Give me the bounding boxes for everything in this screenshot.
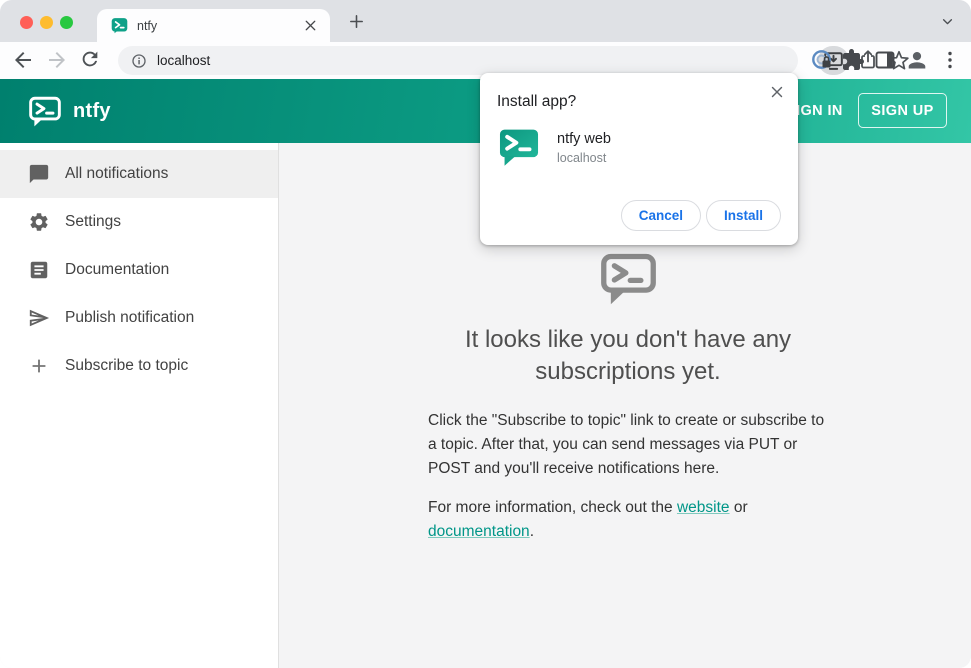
empty-state: It looks like you don't have any subscri… (428, 253, 828, 544)
install-app-dialog: Install app? ntfy web localhost Cancel I… (480, 73, 798, 245)
dialog-app-name: ntfy web (557, 131, 611, 147)
traffic-light-maximize[interactable] (60, 16, 73, 29)
profile-avatar-icon[interactable] (905, 48, 929, 72)
article-icon (28, 259, 50, 281)
traffic-light-minimize[interactable] (40, 16, 53, 29)
reload-icon[interactable] (79, 48, 103, 72)
sidebar-item-label: Documentation (65, 261, 170, 278)
back-arrow-icon[interactable] (11, 48, 35, 72)
send-icon (28, 307, 50, 329)
side-panel-icon[interactable] (873, 48, 897, 72)
more-info-text: or (729, 499, 748, 516)
more-info-text: For more information, check out the (428, 499, 677, 516)
ntfy-favicon-icon (111, 17, 128, 34)
sidebar-item-label: Publish notification (65, 309, 195, 326)
documentation-link[interactable]: documentation (428, 523, 530, 540)
sidebar-item-settings[interactable]: Settings (0, 198, 278, 246)
empty-state-paragraph: Click the "Subscribe to topic" link to c… (428, 412, 825, 477)
sidebar-item-subscribe-to-topic[interactable]: Subscribe to topic (0, 342, 278, 390)
install-button[interactable]: Install (705, 200, 781, 231)
traffic-light-close[interactable] (20, 16, 33, 29)
sidebar-item-publish-notification[interactable]: Publish notification (0, 294, 278, 342)
website-link[interactable]: website (677, 499, 730, 516)
brand-title: ntfy (73, 99, 111, 122)
dialog-app-origin: localhost (557, 151, 607, 165)
dialog-close-icon[interactable] (768, 83, 786, 101)
gear-icon (28, 211, 50, 233)
sidebar-item-label: Settings (65, 213, 122, 230)
browser-window: ntfy localhost ntfy SIGN IN SIGN UP All … (0, 0, 971, 668)
empty-state-heading: It looks like you don't have any subscri… (464, 326, 792, 385)
browser-tab-ntfy[interactable]: ntfy (97, 9, 330, 42)
tab-title: ntfy (137, 18, 158, 33)
url-text: localhost (157, 53, 211, 68)
sidebar-item-all-notifications[interactable]: All notifications (0, 150, 278, 198)
site-info-icon[interactable] (131, 53, 147, 69)
chat-bubble-icon (28, 163, 50, 185)
password-manager-icon[interactable] (810, 48, 834, 72)
new-tab-plus-icon[interactable] (346, 11, 367, 32)
kebab-menu-icon[interactable] (938, 48, 962, 72)
omnibox-url-bar[interactable]: localhost (118, 46, 909, 75)
tab-close-icon[interactable] (302, 17, 319, 34)
more-info-text: . (529, 523, 534, 540)
extensions-puzzle-icon[interactable] (841, 48, 865, 72)
tab-search-chevron-down-icon[interactable] (939, 13, 956, 30)
sidebar-item-label: Subscribe to topic (65, 357, 189, 374)
forward-arrow-icon[interactable] (45, 48, 69, 72)
ntfy-logo-outline-icon (600, 253, 657, 306)
navigation-sidebar: All notifications Settings Documentation… (0, 143, 279, 668)
dialog-title: Install app? (497, 93, 577, 110)
sidebar-item-label: All notifications (65, 165, 169, 182)
empty-state-more-info: For more information, check out the webs… (428, 496, 828, 544)
plus-icon (28, 355, 50, 377)
cancel-button[interactable]: Cancel (620, 200, 701, 231)
ntfy-app-icon (498, 125, 540, 167)
sidebar-item-documentation[interactable]: Documentation (0, 246, 278, 294)
sign-up-button[interactable]: SIGN UP (858, 93, 947, 128)
tab-strip: ntfy (0, 0, 971, 42)
ntfy-logo-icon (28, 94, 62, 128)
